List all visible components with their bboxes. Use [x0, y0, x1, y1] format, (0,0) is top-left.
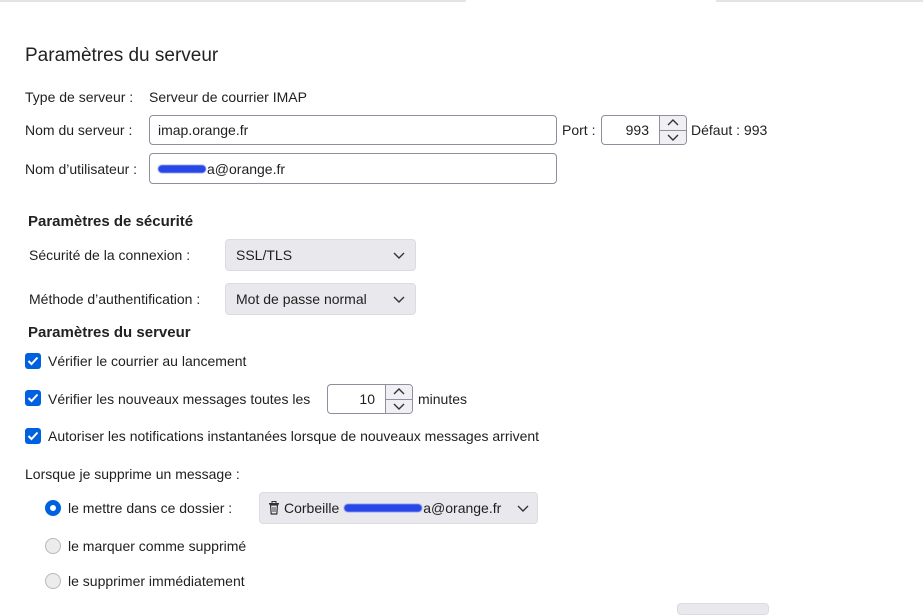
auth-method-label: Méthode d’authentification :: [29, 291, 201, 307]
check-interval-value: 10: [359, 391, 375, 407]
page-title: Paramètres du serveur: [25, 45, 219, 66]
auth-method-value: Mot de passe normal: [236, 291, 367, 307]
delete-behavior-label: Lorsque je supprime un message :: [25, 466, 240, 482]
username-label: Nom d’utilisateur :: [25, 161, 138, 177]
auth-method-select[interactable]: Mot de passe normal: [225, 283, 416, 315]
server-name-input[interactable]: imap.orange.fr: [149, 115, 557, 145]
checkmark-icon: [27, 393, 39, 403]
port-decrement-button[interactable]: [660, 130, 686, 144]
chevron-down-icon: [667, 134, 679, 141]
server-name-value: imap.orange.fr: [158, 122, 249, 138]
chevron-down-icon: [517, 505, 529, 512]
check-new-messages-checkbox[interactable]: [25, 390, 41, 406]
checkmark-icon: [27, 431, 39, 441]
chevron-down-icon: [393, 296, 405, 303]
server-settings-heading: Paramètres du serveur: [28, 324, 191, 341]
server-name-label: Nom du serveur :: [25, 122, 133, 138]
port-value: 993: [625, 122, 649, 138]
server-type-label: Type de serveur :: [25, 89, 134, 105]
allow-notifications-checkbox[interactable]: [25, 428, 41, 444]
redacted-text: [158, 164, 206, 173]
chevron-down-icon: [393, 252, 405, 259]
tab-strip-line: [716, 0, 923, 2]
minutes-label: minutes: [418, 391, 468, 407]
check-new-messages-label[interactable]: Vérifier les nouveaux messages toutes le…: [48, 391, 310, 407]
connection-security-value: SSL/TLS: [236, 247, 293, 263]
chevron-down-icon: [393, 403, 405, 410]
trash-folder-suffix: a@orange.fr: [423, 500, 502, 516]
check-on-startup-checkbox[interactable]: [25, 353, 41, 369]
chevron-up-icon: [393, 388, 405, 395]
trash-folder-prefix: Corbeille: [284, 500, 340, 516]
allow-notifications-label[interactable]: Autoriser les notifications instantanées…: [48, 428, 539, 444]
partial-button[interactable]: [677, 603, 769, 615]
server-type-value: Serveur de courrier IMAP: [149, 89, 307, 105]
username-value: a@orange.fr: [207, 160, 286, 177]
interval-decrement-button[interactable]: [386, 399, 412, 413]
trash-folder-select[interactable]: Corbeille a@orange.fr: [259, 492, 538, 524]
trash-icon: [269, 501, 279, 515]
chevron-up-icon: [667, 119, 679, 126]
connection-security-label: Sécurité de la connexion :: [29, 247, 191, 263]
mark-deleted-radio[interactable]: [45, 538, 61, 554]
checkmark-icon: [27, 356, 39, 366]
port-stepper[interactable]: 993: [601, 115, 687, 145]
port-label: Port :: [562, 122, 596, 138]
port-increment-button[interactable]: [660, 116, 686, 131]
delete-immediately-radio[interactable]: [45, 573, 61, 589]
connection-security-select[interactable]: SSL/TLS: [225, 239, 416, 271]
delete-immediately-label[interactable]: le supprimer immédiatement: [68, 573, 245, 589]
move-to-folder-label[interactable]: le mettre dans ce dossier :: [68, 500, 232, 516]
move-to-folder-radio[interactable]: [45, 500, 61, 516]
interval-increment-button[interactable]: [386, 385, 412, 400]
check-on-startup-label[interactable]: Vérifier le courrier au lancement: [48, 353, 246, 369]
username-input[interactable]: a@orange.fr: [149, 153, 557, 184]
tab-strip-line: [0, 0, 466, 2]
security-heading: Paramètres de sécurité: [28, 213, 194, 230]
mark-deleted-label[interactable]: le marquer comme supprimé: [68, 538, 246, 554]
check-interval-stepper[interactable]: 10: [327, 384, 413, 414]
redacted-text: [344, 504, 423, 512]
port-default-label: Défaut : 993: [691, 122, 768, 138]
